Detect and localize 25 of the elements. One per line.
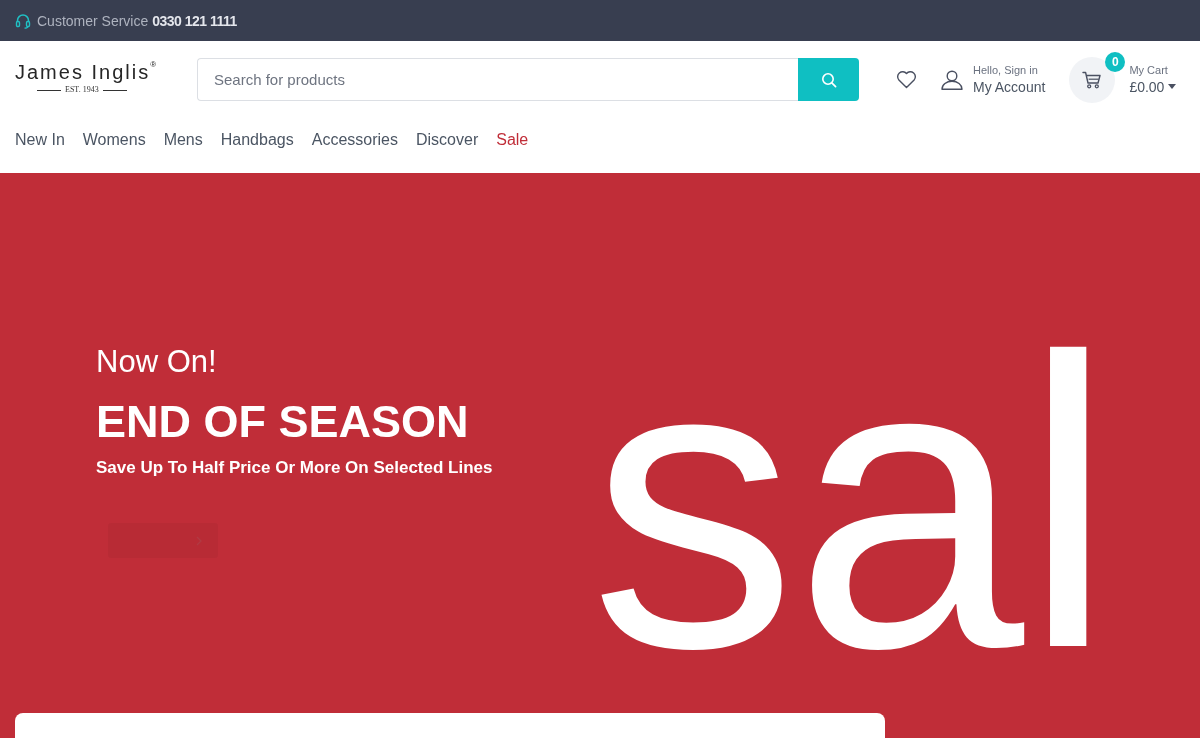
- cart-total-link[interactable]: My Cart £0.00: [1129, 62, 1177, 97]
- wishlist-heart-icon[interactable]: [896, 70, 917, 89]
- hero-subtitle: Save Up To Half Price Or More On Selected Lines: [96, 457, 493, 479]
- cart-count-badge: 0: [1105, 51, 1126, 72]
- caret-icon: [1168, 84, 1177, 89]
- nav-link[interactable]: Accessories: [311, 130, 398, 150]
- nav-link[interactable]: New In: [15, 130, 65, 150]
- cart-icon: [1082, 70, 1103, 89]
- sale-artwork-text: sal: [590, 338, 1112, 669]
- user-icon: [941, 69, 963, 90]
- hero-kicker: Now On!: [96, 343, 217, 381]
- hero-title: END OF SEASON: [96, 396, 469, 448]
- phone-link[interactable]: 0330 121 1111: [152, 12, 237, 29]
- search-icon: [820, 71, 837, 88]
- logo-wordmark[interactable]: James Inglis$^{®}$: [15, 53, 157, 84]
- nav-link[interactable]: Handbags: [220, 130, 294, 150]
- logo-tagline: EST. 1943: [65, 85, 99, 95]
- customer-service-label: Customer Service: [37, 12, 149, 29]
- nav-link[interactable]: Sale: [496, 130, 529, 150]
- search-field[interactable]: Search for products: [197, 58, 798, 101]
- nav-link[interactable]: Womens: [82, 130, 146, 150]
- headset-icon: [15, 12, 31, 29]
- nav-link[interactable]: Discover: [415, 130, 479, 150]
- account-link[interactable]: Hello, Sign in My Account: [941, 62, 1046, 97]
- nav-link[interactable]: Mens: [163, 130, 203, 150]
